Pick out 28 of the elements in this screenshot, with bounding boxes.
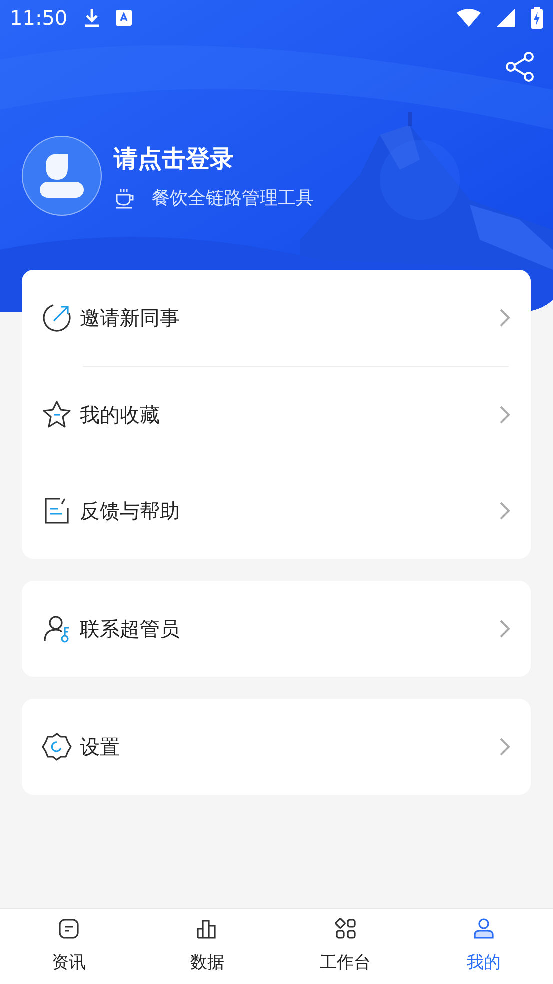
chevron-icon [499,737,511,757]
grid-icon [334,917,358,941]
share-icon[interactable] [505,52,535,82]
signal-icon [497,9,515,27]
chevron-icon [499,308,511,328]
cup-icon [114,187,136,209]
tab[interactable]: 资讯 [0,909,138,984]
login-prompt[interactable]: 请点击登录 [114,140,314,176]
chevron-icon [499,405,511,425]
news-icon [57,917,82,941]
tab[interactable]: 我的 [414,909,553,984]
settings-icon [42,732,72,762]
user-key-icon [42,614,72,644]
battery-icon [531,7,543,29]
invite-icon [42,303,72,333]
app-tagline: 餐饮全链路管理工具 [152,186,314,210]
person-icon [472,917,496,941]
tab[interactable]: 工作台 [276,909,415,984]
clock: 11:50 [10,5,68,32]
star-icon [42,400,72,430]
keyboard-icon [116,10,132,26]
download-icon [84,8,100,28]
tab[interactable]: 数据 [138,909,276,984]
feedback-icon [42,496,72,526]
chevron-icon [499,619,511,639]
wifi-icon [457,9,481,27]
user-icon [40,152,84,200]
chevron-icon [499,501,511,521]
